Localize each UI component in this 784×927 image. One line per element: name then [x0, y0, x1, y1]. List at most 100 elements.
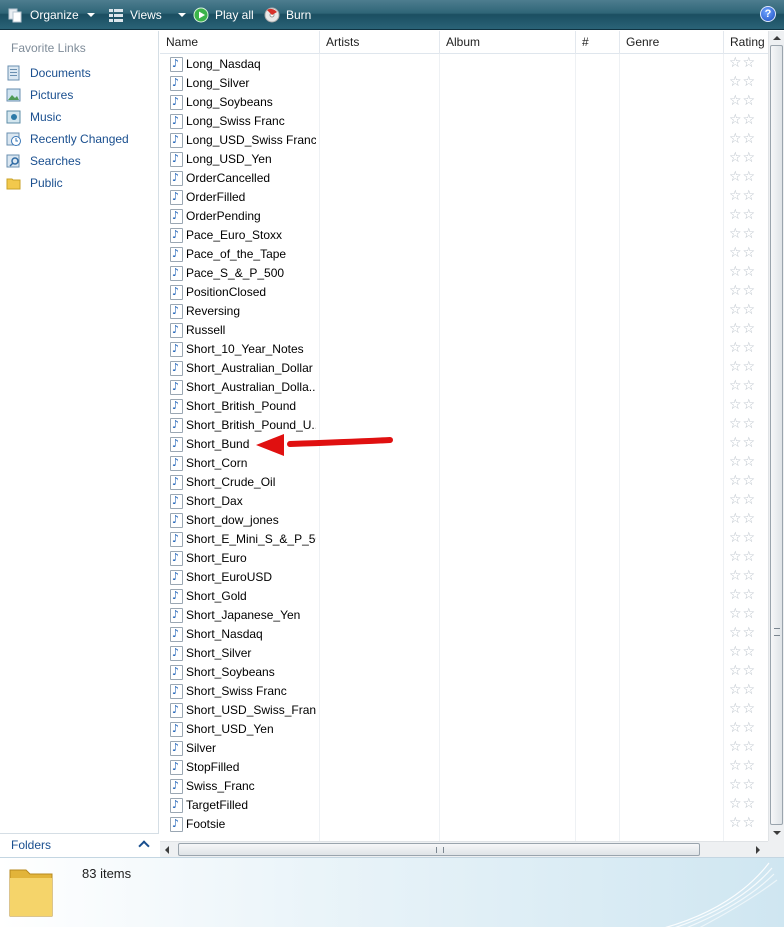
- rating-stars-icon[interactable]: ☆☆: [729, 131, 769, 147]
- folders-toggle[interactable]: Folders: [0, 833, 159, 857]
- rating-stars-icon[interactable]: ☆☆: [729, 739, 769, 755]
- rating-stars-icon[interactable]: ☆☆: [729, 55, 769, 71]
- rating-stars-icon[interactable]: ☆☆: [729, 663, 769, 679]
- rating-stars-icon[interactable]: ☆☆: [729, 245, 769, 261]
- rating-stars-icon[interactable]: ☆☆: [729, 378, 769, 394]
- rating-stars-icon[interactable]: ☆☆: [729, 511, 769, 527]
- rating-stars-icon[interactable]: ☆☆: [729, 758, 769, 774]
- column-header-artists[interactable]: Artists: [320, 31, 440, 54]
- file-row[interactable]: OrderCancelled ☆☆: [160, 169, 768, 188]
- rating-stars-icon[interactable]: ☆☆: [729, 473, 769, 489]
- favorite-link-recently-changed[interactable]: Recently Changed: [6, 129, 129, 149]
- rating-stars-icon[interactable]: ☆☆: [729, 701, 769, 717]
- scroll-up-arrow-icon[interactable]: [773, 36, 781, 40]
- file-row[interactable]: Long_Swiss Franc ☆☆: [160, 112, 768, 131]
- favorite-link-music[interactable]: Music: [6, 107, 61, 127]
- file-row[interactable]: Short_E_Mini_S_&_P_500 ☆☆: [160, 530, 768, 549]
- file-row[interactable]: Swiss_Franc ☆☆: [160, 777, 768, 796]
- file-row[interactable]: Russell ☆☆: [160, 321, 768, 340]
- rating-stars-icon[interactable]: ☆☆: [729, 264, 769, 280]
- file-row[interactable]: Short_Dax ☆☆: [160, 492, 768, 511]
- rating-stars-icon[interactable]: ☆☆: [729, 397, 769, 413]
- file-row[interactable]: Reversing ☆☆: [160, 302, 768, 321]
- favorite-link-pictures[interactable]: Pictures: [6, 85, 73, 105]
- rating-stars-icon[interactable]: ☆☆: [729, 777, 769, 793]
- views-button[interactable]: Views: [108, 5, 186, 25]
- file-row[interactable]: Short_Silver ☆☆: [160, 644, 768, 663]
- file-row[interactable]: Long_Soybeans ☆☆: [160, 93, 768, 112]
- rating-stars-icon[interactable]: ☆☆: [729, 625, 769, 641]
- rating-stars-icon[interactable]: ☆☆: [729, 169, 769, 185]
- favorite-link-searches[interactable]: Searches: [6, 151, 81, 171]
- favorite-link-public[interactable]: Public: [6, 173, 63, 193]
- rating-stars-icon[interactable]: ☆☆: [729, 815, 769, 831]
- file-row[interactable]: Pace_of_the_Tape ☆☆: [160, 245, 768, 264]
- file-row[interactable]: StopFilled ☆☆: [160, 758, 768, 777]
- file-row[interactable]: Short_Japanese_Yen ☆☆: [160, 606, 768, 625]
- rating-stars-icon[interactable]: ☆☆: [729, 359, 769, 375]
- rating-stars-icon[interactable]: ☆☆: [729, 644, 769, 660]
- file-row[interactable]: TargetFilled ☆☆: [160, 796, 768, 815]
- rating-stars-icon[interactable]: ☆☆: [729, 606, 769, 622]
- file-row[interactable]: Short_Bund ☆☆: [160, 435, 768, 454]
- scroll-right-arrow-icon[interactable]: [756, 846, 760, 854]
- rating-stars-icon[interactable]: ☆☆: [729, 226, 769, 242]
- file-row[interactable]: Short_EuroUSD ☆☆: [160, 568, 768, 587]
- rating-stars-icon[interactable]: ☆☆: [729, 112, 769, 128]
- rating-stars-icon[interactable]: ☆☆: [729, 435, 769, 451]
- rating-stars-icon[interactable]: ☆☆: [729, 74, 769, 90]
- rating-stars-icon[interactable]: ☆☆: [729, 302, 769, 318]
- file-row[interactable]: Short_dow_jones ☆☆: [160, 511, 768, 530]
- rating-stars-icon[interactable]: ☆☆: [729, 416, 769, 432]
- column-header-name[interactable]: Name: [160, 31, 320, 54]
- file-row[interactable]: Short_Australian_Dollar ☆☆: [160, 359, 768, 378]
- rating-stars-icon[interactable]: ☆☆: [729, 283, 769, 299]
- play-all-button[interactable]: Play all: [193, 5, 254, 25]
- file-row[interactable]: Short_Euro ☆☆: [160, 549, 768, 568]
- rating-stars-icon[interactable]: ☆☆: [729, 93, 769, 109]
- file-row[interactable]: Pace_S_&_P_500 ☆☆: [160, 264, 768, 283]
- horizontal-scrollbar[interactable]: [160, 841, 768, 857]
- column-header-genre[interactable]: Genre: [620, 31, 724, 54]
- burn-button[interactable]: Burn: [264, 5, 311, 25]
- column-header-rating[interactable]: Rating: [724, 31, 768, 54]
- column-header-album[interactable]: Album: [440, 31, 576, 54]
- file-row[interactable]: Short_British_Pound_U... ☆☆: [160, 416, 768, 435]
- rating-stars-icon[interactable]: ☆☆: [729, 549, 769, 565]
- vertical-scroll-thumb[interactable]: [770, 45, 783, 825]
- scroll-down-arrow-icon[interactable]: [773, 831, 781, 835]
- file-row[interactable]: Long_Nasdaq ☆☆: [160, 55, 768, 74]
- rating-stars-icon[interactable]: ☆☆: [729, 587, 769, 603]
- file-row[interactable]: PositionClosed ☆☆: [160, 283, 768, 302]
- file-row[interactable]: Short_British_Pound ☆☆: [160, 397, 768, 416]
- favorite-link-documents[interactable]: Documents: [6, 63, 91, 83]
- rating-stars-icon[interactable]: ☆☆: [729, 796, 769, 812]
- vertical-scrollbar[interactable]: [768, 31, 784, 841]
- rating-stars-icon[interactable]: ☆☆: [729, 321, 769, 337]
- rating-stars-icon[interactable]: ☆☆: [729, 568, 769, 584]
- rating-stars-icon[interactable]: ☆☆: [729, 207, 769, 223]
- help-icon[interactable]: ?: [760, 6, 776, 22]
- file-row[interactable]: Silver ☆☆: [160, 739, 768, 758]
- file-row[interactable]: Short_USD_Yen ☆☆: [160, 720, 768, 739]
- rating-stars-icon[interactable]: ☆☆: [729, 188, 769, 204]
- file-row[interactable]: Long_USD_Yen ☆☆: [160, 150, 768, 169]
- file-row[interactable]: Long_Silver ☆☆: [160, 74, 768, 93]
- organize-button[interactable]: Organize: [8, 5, 95, 25]
- file-row[interactable]: Short_Gold ☆☆: [160, 587, 768, 606]
- file-row[interactable]: Short_USD_Swiss_Franc ☆☆: [160, 701, 768, 720]
- file-row[interactable]: Long_USD_Swiss Franc ☆☆: [160, 131, 768, 150]
- rating-stars-icon[interactable]: ☆☆: [729, 720, 769, 736]
- file-row[interactable]: Short_10_Year_Notes ☆☆: [160, 340, 768, 359]
- rating-stars-icon[interactable]: ☆☆: [729, 150, 769, 166]
- file-row[interactable]: Pace_Euro_Stoxx ☆☆: [160, 226, 768, 245]
- rating-stars-icon[interactable]: ☆☆: [729, 682, 769, 698]
- column-header-number[interactable]: #: [576, 31, 620, 54]
- horizontal-scroll-thumb[interactable]: [178, 843, 700, 856]
- file-row[interactable]: Short_Crude_Oil ☆☆: [160, 473, 768, 492]
- file-row[interactable]: OrderPending ☆☆: [160, 207, 768, 226]
- file-row[interactable]: Short_Nasdaq ☆☆: [160, 625, 768, 644]
- rating-stars-icon[interactable]: ☆☆: [729, 340, 769, 356]
- file-row[interactable]: Short_Corn ☆☆: [160, 454, 768, 473]
- rating-stars-icon[interactable]: ☆☆: [729, 530, 769, 546]
